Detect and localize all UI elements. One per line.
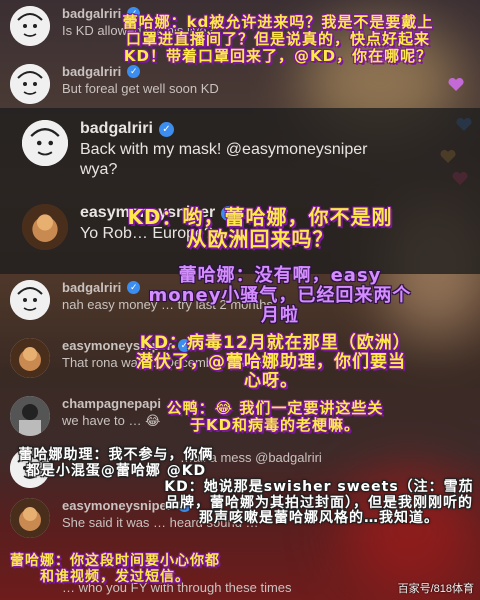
sketch-face-icon: [10, 6, 50, 46]
avatar[interactable]: [10, 396, 50, 436]
avatar[interactable]: [10, 6, 50, 46]
avatar[interactable]: [10, 338, 50, 378]
subtitle-caption: 蕾哈娜：你这段时间要小心你都和谁视频，发过短信。: [10, 553, 220, 585]
verified-badge-icon: ✓: [127, 65, 141, 78]
profile-photo-icon: [22, 204, 68, 250]
avatar[interactable]: [22, 204, 68, 250]
sketch-face-icon: [10, 280, 50, 320]
avatar[interactable]: [10, 64, 50, 104]
profile-photo-icon: [10, 498, 50, 538]
verified-badge-icon: ✓: [127, 281, 141, 294]
avatar[interactable]: [10, 498, 50, 538]
source-watermark: 百家号/818体育: [397, 583, 474, 595]
subtitle-caption: 蕾哈娜：kd被允许进来吗？我是不是要戴上口罩进直播间了？但是说真的，快点好起来K…: [122, 13, 434, 65]
subtitle-caption: 蕾哈娜助理：我不参与，你俩都是小混蛋@蕾哈娜 @KD: [18, 447, 214, 479]
comment-username[interactable]: badgalriri ✓: [80, 120, 380, 138]
subtitle-caption: KD：病毒12月就在那里（欧洲）潜伏了，@蕾哈娜助理，你们要当心呀。: [136, 333, 406, 392]
verified-badge-icon: ✓: [158, 121, 174, 137]
avatar[interactable]: [10, 280, 50, 320]
sketch-face-icon: [10, 64, 50, 104]
profile-photo-icon: [10, 338, 50, 378]
comment-username[interactable]: champagnepapi: [62, 396, 161, 411]
comment-text: But foreal get well soon KD: [62, 81, 219, 96]
comment-row: badgalriri ✓ But foreal get well soon KD: [0, 58, 480, 106]
sketch-face-icon: [22, 120, 68, 166]
profile-photo-icon: [10, 396, 50, 436]
highlighted-comment: badgalriri ✓ Back with my mask! @easymone…: [0, 108, 480, 196]
subtitle-caption: KD：她说那是swisher sweets（注：雪茄品牌，蕾哈娜为其拍过封面），…: [164, 479, 474, 527]
avatar[interactable]: [22, 120, 68, 166]
subtitle-caption: KD：哟，蕾哈娜，你不是刚从欧洲回来吗？: [127, 205, 393, 252]
comment-text: we have to … 😂: [62, 413, 161, 428]
subtitle-caption: 公鸭：😂 我们一定要讲这些关于KD和病毒的老梗嘛。: [166, 399, 384, 434]
comment-text: Back with my mask! @easymoneysniper wya?: [80, 141, 368, 178]
comment-username[interactable]: badgalriri ✓: [62, 64, 219, 79]
subtitle-caption: 蕾哈娜：没有啊，easy money小骚气，已经回来两个月啦: [148, 265, 412, 327]
